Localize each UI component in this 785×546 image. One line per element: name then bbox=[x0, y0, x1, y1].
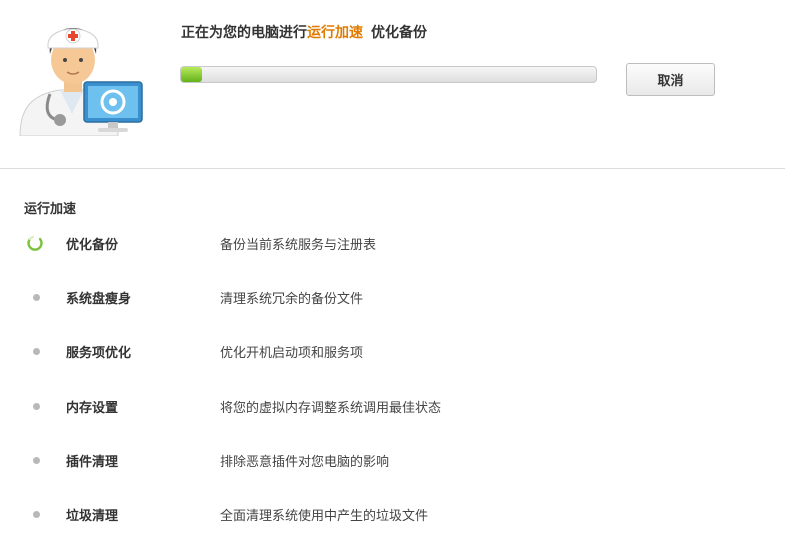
task-row: 插件清理 排除恶意插件对您电脑的影响 bbox=[0, 432, 785, 486]
task-name: 插件清理 bbox=[66, 454, 119, 470]
progress-fill bbox=[181, 67, 202, 82]
task-description: 全面清理系统使用中产生的垃圾文件 bbox=[220, 508, 429, 524]
bullet-icon bbox=[33, 348, 40, 356]
task-description: 优化开机启动项和服务项 bbox=[220, 346, 364, 362]
task-description: 将您的虚拟内存调整系统调用最佳状态 bbox=[220, 400, 442, 416]
bullet-icon bbox=[33, 456, 40, 464]
task-row: 服务项优化 优化开机启动项和服务项 bbox=[0, 323, 785, 377]
task-name: 垃圾清理 bbox=[66, 508, 119, 524]
task-row: 内存设置 将您的虚拟内存调整系统调用最佳状态 bbox=[0, 378, 785, 432]
status-line: 正在为您的电脑进行运行加速 优化备份 bbox=[181, 22, 427, 42]
status-current-task: 优化备份 bbox=[371, 25, 427, 41]
task-row: 优化备份 备份当前系统服务与注册表 bbox=[0, 215, 785, 269]
task-name: 内存设置 bbox=[66, 400, 119, 416]
optimization-window: 正在为您的电脑进行运行加速 优化备份 取消 运行加速 优化备份 备份当前系统服务与… bbox=[0, 0, 785, 546]
status-prefix: 正在为您的电脑进行 bbox=[181, 25, 307, 41]
doctor-with-monitor-icon bbox=[19, 28, 143, 136]
task-description: 清理系统冗余的备份文件 bbox=[220, 292, 364, 308]
task-description: 排除恶意插件对您电脑的影响 bbox=[220, 454, 390, 470]
task-row: 垃圾清理 全面清理系统使用中产生的垃圾文件 bbox=[0, 486, 785, 540]
task-name: 优化备份 bbox=[66, 238, 119, 253]
cancel-button[interactable]: 取消 bbox=[626, 63, 715, 96]
spinner-icon bbox=[27, 235, 43, 251]
progress-bar bbox=[180, 66, 597, 83]
task-row: 系统盘瘦身 清理系统冗余的备份文件 bbox=[0, 269, 785, 323]
bullet-icon bbox=[33, 294, 40, 302]
task-list: 优化备份 备份当前系统服务与注册表 系统盘瘦身 清理系统冗余的备份文件 服务项优… bbox=[0, 215, 785, 540]
status-highlight: 运行加速 bbox=[307, 25, 363, 41]
task-description: 备份当前系统服务与注册表 bbox=[220, 238, 377, 253]
bullet-icon bbox=[33, 402, 40, 410]
header-divider bbox=[0, 168, 785, 169]
task-name: 服务项优化 bbox=[66, 346, 132, 362]
bullet-icon bbox=[33, 510, 40, 518]
task-name: 系统盘瘦身 bbox=[66, 292, 132, 308]
header: 正在为您的电脑进行运行加速 优化备份 取消 bbox=[0, 0, 785, 168]
